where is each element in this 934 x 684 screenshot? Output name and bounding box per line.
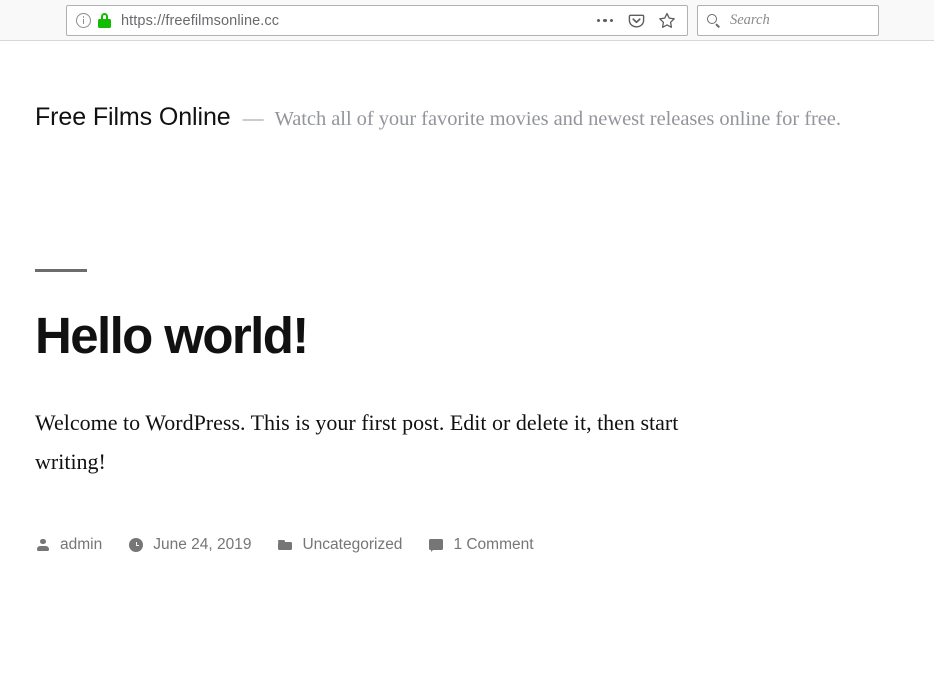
- pocket-icon: [628, 14, 644, 28]
- clock-icon: [128, 537, 144, 553]
- comment-icon: [428, 537, 444, 553]
- address-bar[interactable]: https://freefilmsonline.cc: [66, 5, 688, 36]
- post-author-label[interactable]: admin: [60, 536, 102, 554]
- post-category[interactable]: Uncategorized: [277, 536, 402, 554]
- post-body-text: Welcome to WordPress. This is your first…: [35, 410, 679, 474]
- search-icon: [707, 13, 721, 28]
- site-description: Watch all of your favorite movies and ne…: [274, 108, 841, 130]
- site-title-separator: —: [242, 106, 264, 130]
- info-icon[interactable]: [76, 13, 91, 28]
- post-divider: [35, 269, 87, 272]
- browser-toolbar: https://freefilmsonline.cc Search: [0, 0, 934, 41]
- post-date[interactable]: June 24, 2019: [128, 536, 251, 554]
- lock-icon[interactable]: [98, 13, 111, 28]
- post-title[interactable]: Hello world!: [35, 310, 895, 361]
- page-content: Free Films Online — Watch all of your fa…: [0, 41, 934, 684]
- post-article: Hello world! Welcome to WordPress. This …: [35, 269, 895, 503]
- site-identity-box[interactable]: [67, 13, 111, 28]
- address-bar-actions: [591, 7, 687, 34]
- site-title[interactable]: Free Films Online: [35, 103, 231, 132]
- site-branding: Free Films Online — Watch all of your fa…: [35, 103, 915, 132]
- star-icon: [659, 12, 675, 28]
- entry-meta: admin June 24, 2019 Uncategorized 1 Comm…: [35, 536, 534, 554]
- browser-search-bar[interactable]: Search: [697, 5, 879, 36]
- person-icon: [35, 537, 51, 553]
- search-input-placeholder[interactable]: Search: [730, 12, 770, 29]
- bookmark-button[interactable]: [653, 7, 681, 34]
- post-author[interactable]: admin: [35, 536, 102, 554]
- ellipsis-icon: [597, 18, 613, 23]
- folder-icon: [277, 537, 293, 553]
- post-comments[interactable]: 1 Comment: [428, 536, 534, 554]
- pocket-button[interactable]: [622, 7, 650, 34]
- post-category-label[interactable]: Uncategorized: [302, 536, 402, 554]
- url-text: https://freefilmsonline.cc: [121, 12, 280, 29]
- post-date-label[interactable]: June 24, 2019: [153, 536, 251, 554]
- post-comments-label[interactable]: 1 Comment: [453, 536, 533, 554]
- page-actions-button[interactable]: [591, 7, 619, 34]
